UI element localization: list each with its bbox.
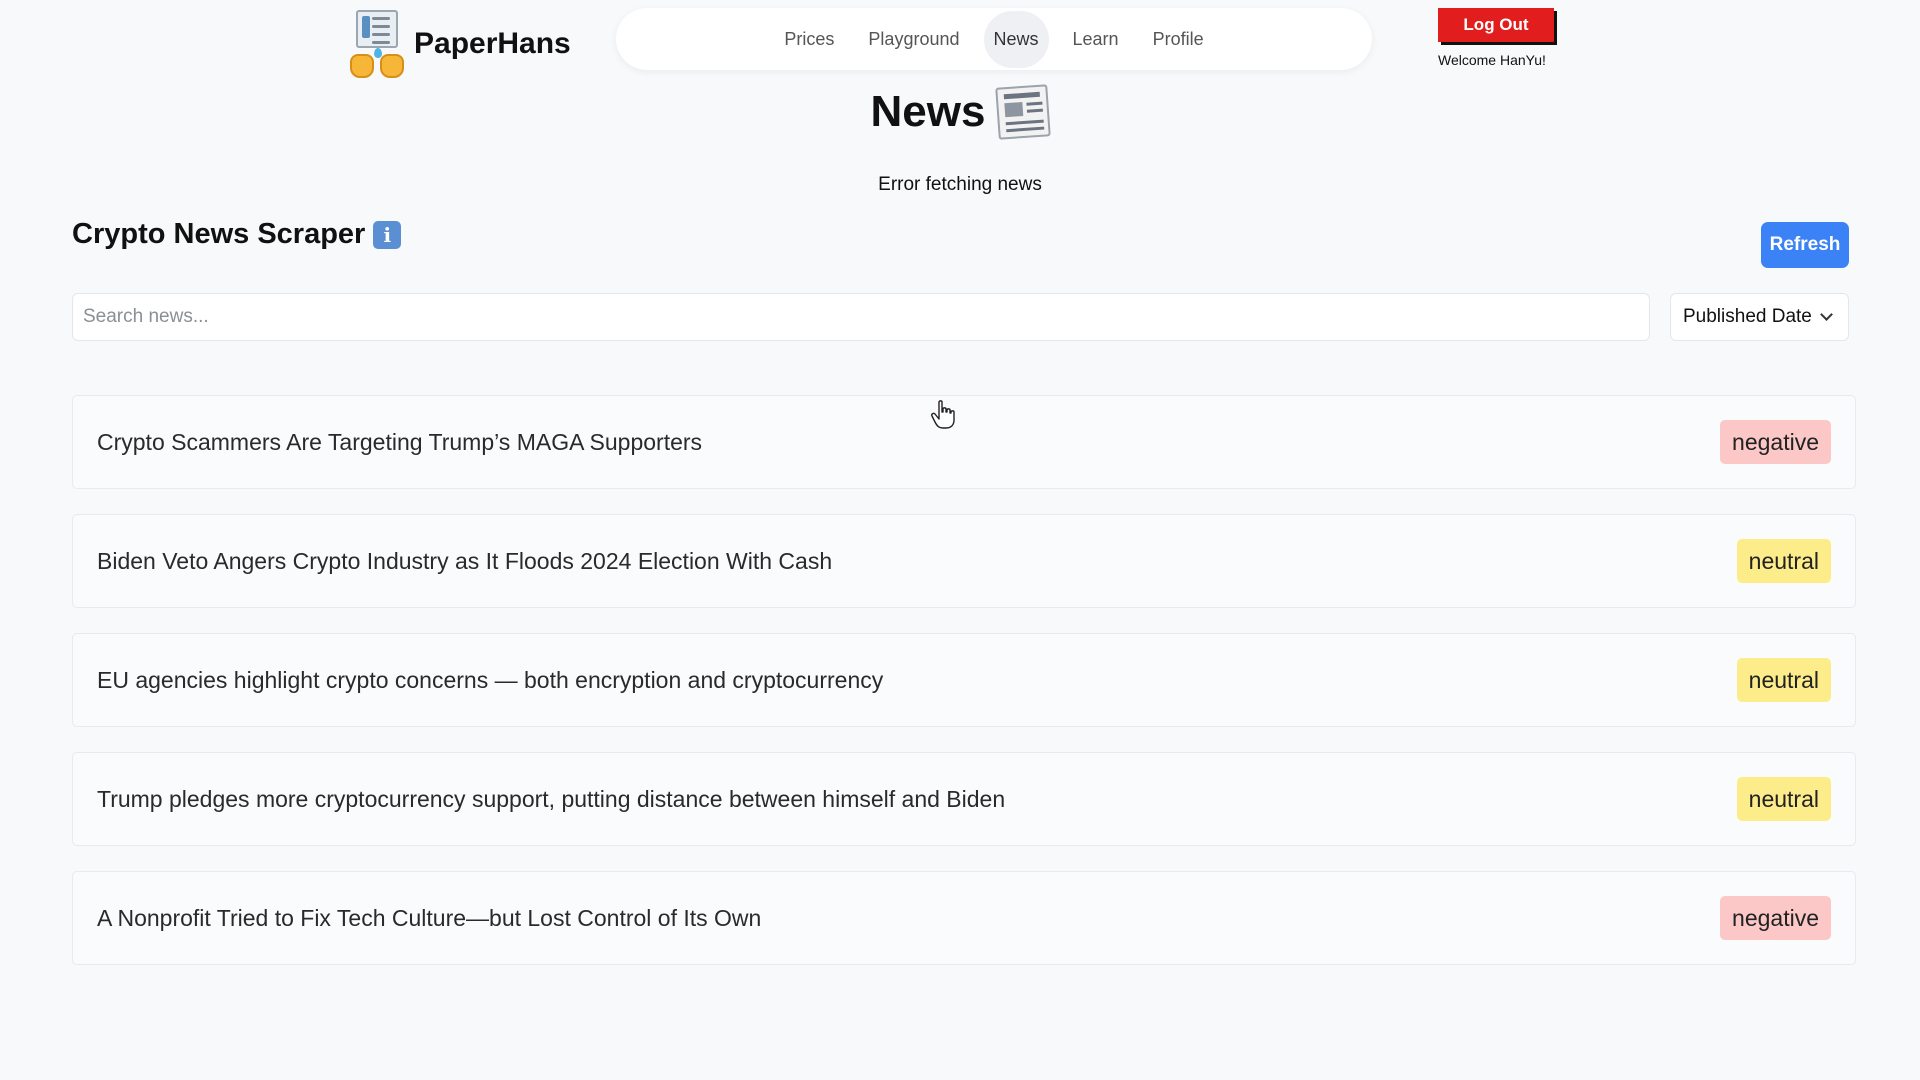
nav-item-learn[interactable]: Learn — [1063, 11, 1129, 68]
news-title: Trump pledges more cryptocurrency suppor… — [97, 785, 1006, 812]
search-input[interactable] — [72, 293, 1650, 341]
brand[interactable]: PaperHans — [350, 8, 571, 80]
scraper-title: Crypto News Scraper — [72, 218, 366, 250]
news-title: EU agencies highlight crypto concerns — … — [97, 666, 884, 693]
sort-selected-value: Published Date — [1683, 306, 1812, 327]
sentiment-badge: neutral — [1736, 777, 1831, 821]
page-heading: News — [0, 84, 1920, 140]
paper-hands-logo-icon — [350, 8, 406, 80]
hand-pointer-icon — [931, 400, 955, 429]
refresh-button[interactable]: Refresh — [1761, 222, 1849, 268]
chevron-down-icon — [1820, 308, 1833, 321]
news-title: Biden Veto Angers Crypto Industry as It … — [97, 547, 833, 574]
logout-button[interactable]: Log Out — [1438, 8, 1554, 42]
news-title: Crypto Scammers Are Targeting Trump’s MA… — [97, 428, 703, 455]
main-nav: Prices Playground News Learn Profile — [616, 8, 1372, 70]
nav-item-prices[interactable]: Prices — [774, 11, 844, 68]
sentiment-badge: neutral — [1736, 539, 1831, 583]
brand-name: PaperHans — [414, 27, 571, 60]
page-title: News — [870, 87, 986, 136]
nav-item-playground[interactable]: Playground — [858, 11, 969, 68]
newspaper-icon — [995, 84, 1052, 140]
nav-item-profile[interactable]: Profile — [1143, 11, 1214, 68]
nav-item-news[interactable]: News — [983, 10, 1049, 68]
news-item[interactable]: Crypto Scammers Are Targeting Trump’s MA… — [72, 395, 1856, 489]
news-title: A Nonprofit Tried to Fix Tech Culture—bu… — [97, 904, 762, 931]
welcome-message: Welcome HanYu! — [1438, 52, 1546, 68]
sentiment-badge: negative — [1720, 420, 1831, 464]
news-list: Crypto Scammers Are Targeting Trump’s MA… — [72, 395, 1856, 990]
news-item[interactable]: A Nonprofit Tried to Fix Tech Culture—bu… — [72, 871, 1856, 965]
sentiment-badge: neutral — [1736, 658, 1831, 702]
sentiment-badge: negative — [1720, 896, 1831, 940]
scraper-heading: Crypto News Scraper i — [72, 218, 402, 251]
news-item[interactable]: Trump pledges more cryptocurrency suppor… — [72, 752, 1856, 846]
news-item[interactable]: EU agencies highlight crypto concerns — … — [72, 633, 1856, 727]
error-message: Error fetching news — [878, 174, 1042, 195]
sort-select[interactable]: Published Date — [1670, 293, 1849, 341]
news-item[interactable]: Biden Veto Angers Crypto Industry as It … — [72, 514, 1856, 608]
info-icon[interactable]: i — [373, 220, 402, 249]
